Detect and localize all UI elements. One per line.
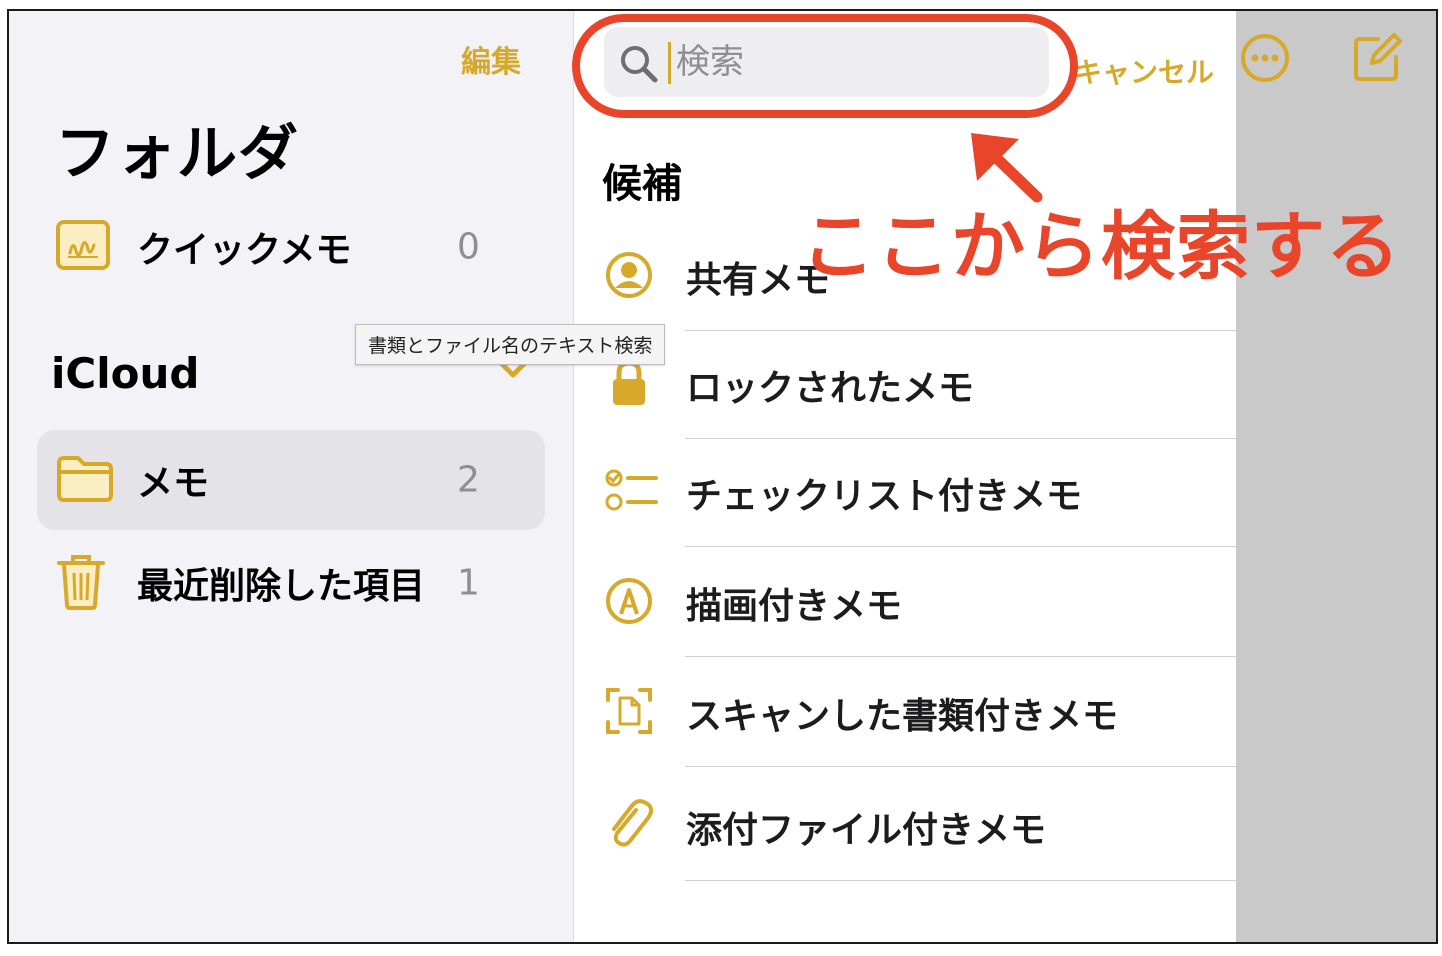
- divider: [685, 546, 1236, 547]
- folder-icon: [55, 453, 115, 507]
- lock-icon: [604, 357, 654, 413]
- suggestions-heading: 候補: [602, 161, 682, 207]
- sidebar-item-notes[interactable]: メモ 2: [37, 430, 545, 530]
- annotation-text: ここから検索する: [801, 204, 1401, 290]
- tooltip: 書類とファイル名のテキスト検索: [355, 324, 666, 365]
- sidebar-item-label: 最近削除した項目: [137, 566, 426, 607]
- app-window: 編集 フォルダ クイックメモ 0 iCloud メモ 2 最近削除した項目 1 …: [7, 9, 1438, 944]
- pen-circle-icon: [604, 576, 654, 630]
- search-icon: [618, 43, 660, 89]
- suggestion-locked-notes[interactable]: ロックされたメモ: [574, 331, 1236, 439]
- sidebar: 編集 フォルダ クイックメモ 0 iCloud メモ 2 最近削除した項目 1: [9, 11, 574, 942]
- suggestion-label: チェックリスト付きメモ: [686, 476, 1083, 517]
- divider: [685, 656, 1236, 657]
- item-count: 2: [457, 459, 480, 501]
- trash-icon: [55, 551, 107, 615]
- paperclip-icon: [604, 798, 654, 856]
- compose-icon[interactable]: [1350, 31, 1404, 89]
- sidebar-item-recently-deleted[interactable]: 最近削除した項目 1: [37, 533, 545, 633]
- search-input[interactable]: [676, 35, 1036, 89]
- item-count: 0: [457, 226, 480, 268]
- ellipsis-circle-icon[interactable]: [1238, 31, 1292, 89]
- suggestion-attachment-notes[interactable]: 添付ファイル付きメモ: [574, 773, 1236, 881]
- page-title: フォルダ: [55, 119, 299, 189]
- doc-scan-icon: [604, 686, 654, 740]
- text-caret: [668, 42, 671, 84]
- section-header-icloud: iCloud: [51, 349, 200, 398]
- quick-note-icon: [55, 219, 111, 275]
- divider: [685, 766, 1236, 767]
- dimmed-detail-area: [1236, 11, 1436, 942]
- suggestion-scanned-doc-notes[interactable]: スキャンした書類付きメモ: [574, 659, 1236, 767]
- sidebar-item-quick-note[interactable]: クイックメモ 0: [37, 197, 545, 297]
- item-count: 1: [457, 562, 480, 604]
- edit-button[interactable]: 編集: [461, 37, 521, 81]
- suggestion-label: 描画付きメモ: [686, 586, 903, 627]
- sidebar-item-label: メモ: [137, 463, 210, 504]
- person-circle-icon: [604, 250, 654, 304]
- search-panel: キャンセル 候補 共有メモ ロックされたメモ: [574, 11, 1236, 942]
- checklist-icon: [604, 466, 660, 520]
- sidebar-item-label: クイックメモ: [137, 230, 352, 271]
- suggestion-label: ロックされたメモ: [686, 368, 975, 409]
- divider: [685, 880, 1236, 881]
- suggestion-label: 添付ファイル付きメモ: [686, 810, 1047, 851]
- suggestion-drawing-notes[interactable]: 描画付きメモ: [574, 549, 1236, 657]
- suggestion-checklist-notes[interactable]: チェックリスト付きメモ: [574, 439, 1236, 547]
- cancel-button[interactable]: キャンセル: [1074, 51, 1214, 91]
- suggestion-label: スキャンした書類付きメモ: [686, 696, 1119, 737]
- search-field[interactable]: [604, 27, 1049, 97]
